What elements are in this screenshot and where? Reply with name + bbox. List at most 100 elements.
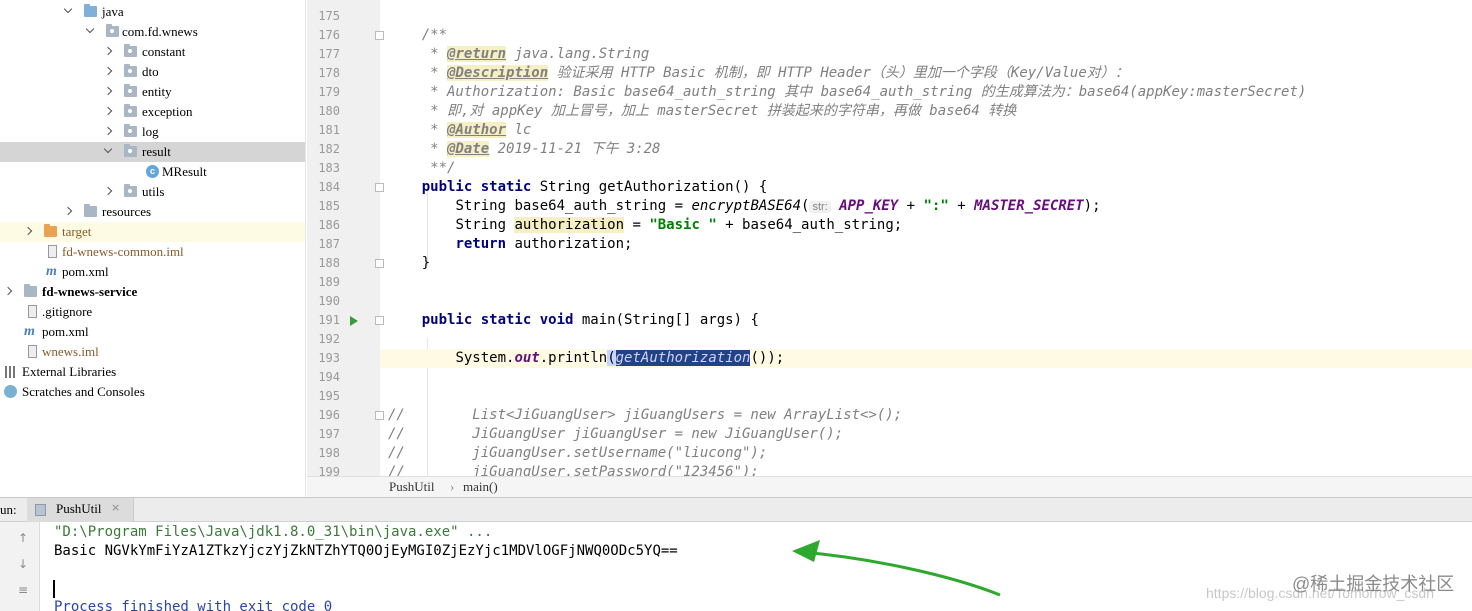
tree-item[interactable]: .gitignore [0, 302, 305, 322]
chevron-down-icon[interactable] [86, 28, 94, 36]
run-tab-pushutil[interactable]: PushUtil × [27, 498, 134, 522]
package-icon [124, 84, 137, 97]
console-command-line: "D:\Program Files\Java\jdk1.8.0_31\bin\j… [54, 524, 493, 540]
fold-marker-icon[interactable] [375, 411, 384, 420]
tree-item-label: target [62, 224, 92, 239]
tree-item-label: pom.xml [62, 264, 109, 279]
code-line-188[interactable]: } [380, 254, 1472, 273]
code-line-197[interactable]: // JiGuangUser jiGuangUser = new JiGuang… [380, 425, 1472, 444]
tree-item[interactable]: target [0, 222, 305, 242]
chevron-down-icon[interactable] [104, 148, 112, 156]
tree-item[interactable]: java [0, 2, 305, 22]
code-line-179[interactable]: * Authorization: Basic base64_auth_strin… [380, 83, 1472, 102]
code-line-199[interactable]: // jiGuangUser.setPassword("123456"); [380, 463, 1472, 476]
tree-item[interactable]: log [0, 122, 305, 142]
chevron-right-icon[interactable] [104, 108, 112, 116]
breadcrumb-class[interactable]: PushUtil [389, 477, 435, 497]
fold-marker-icon[interactable] [375, 259, 384, 268]
iml-file-icon [48, 245, 57, 258]
chevron-down-icon[interactable] [64, 8, 72, 16]
selected-text[interactable]: getAuthorization [615, 350, 751, 366]
run-tab-label: PushUtil [56, 501, 102, 516]
console-output-line: Basic NGVkYmFiYzA1ZTkzYjczYjZkNTZhYTQ0Oj… [54, 543, 678, 559]
line-number: 198 [318, 446, 340, 460]
line-number: 193 [318, 351, 340, 365]
watermark: https://blog.csdn.net/Tomorrow_csdn @稀土掘… [1206, 570, 1472, 610]
code-line-196[interactable]: // List<JiGuangUser> jiGuangUsers = new … [380, 406, 1472, 425]
arrow-up-icon[interactable]: ↑ [14, 530, 32, 546]
line-number: 196 [318, 408, 340, 422]
tree-item[interactable]: External Libraries [0, 362, 305, 382]
arrow-down-icon[interactable]: ↓ [14, 556, 32, 572]
tree-item-label: MResult [162, 164, 207, 179]
line-number: 183 [318, 161, 340, 175]
code-line-198[interactable]: // jiGuangUser.setUsername("liucong"); [380, 444, 1472, 463]
chevron-right-icon[interactable] [24, 228, 32, 236]
line-number: 178 [318, 66, 340, 80]
code-line-191[interactable]: public static void main(String[] args) { [380, 311, 1472, 330]
class-icon: c [146, 165, 159, 178]
console-toolbar: ↑ ↓ ≡ [0, 522, 40, 611]
fold-marker-icon[interactable] [375, 183, 384, 192]
code-line-180[interactable]: * 即,对 appKey 加上冒号，加上 masterSecret 拼装起来的字… [380, 102, 1472, 121]
code-line-176[interactable]: /** [380, 26, 1472, 45]
soft-wrap-icon[interactable]: ≡ [14, 582, 32, 598]
tree-item-label: java [102, 4, 124, 19]
code-line-187[interactable]: return authorization; [380, 235, 1472, 254]
code-line-177[interactable]: * @return java.lang.String [380, 45, 1472, 64]
code-line-178[interactable]: * @Description 验证采用 HTTP Basic 机制，即 HTTP… [380, 64, 1472, 83]
fold-marker-icon[interactable] [375, 316, 384, 325]
tree-item-label: exception [142, 104, 193, 119]
code-line-183[interactable]: **/ [380, 159, 1472, 178]
tree-item[interactable]: constant [0, 42, 305, 62]
fold-marker-icon[interactable] [375, 31, 384, 40]
tree-item[interactable]: resources [0, 202, 305, 222]
tree-item[interactable]: fd-wnews-service [0, 282, 305, 302]
line-number: 187 [318, 237, 340, 251]
breadcrumb-method[interactable]: main() [463, 477, 498, 497]
chevron-right-icon[interactable] [104, 48, 112, 56]
package-icon [124, 144, 137, 157]
breadcrumb-separator: › [450, 479, 455, 494]
tree-item[interactable]: m pom.xml [0, 322, 305, 342]
tree-item[interactable]: c MResult [0, 162, 305, 182]
tree-item[interactable]: utils [0, 182, 305, 202]
close-icon[interactable]: × [111, 501, 120, 514]
tree-item[interactable]: m pom.xml [0, 262, 305, 282]
tree-item[interactable]: dto [0, 62, 305, 82]
console-caret [53, 580, 55, 598]
tree-item[interactable]: result [0, 142, 305, 162]
chevron-right-icon[interactable] [104, 88, 112, 96]
tree-item-label: fd-wnews-service [42, 284, 138, 299]
tree-item[interactable]: exception [0, 102, 305, 122]
tree-item[interactable]: com.fd.wnews [0, 22, 305, 42]
tree-item[interactable]: Scratches and Consoles [0, 382, 305, 402]
tree-item[interactable]: wnews.iml [0, 342, 305, 362]
code-line-181[interactable]: * @Author lc [380, 121, 1472, 140]
chevron-right-icon[interactable] [4, 288, 12, 296]
code-line-184[interactable]: public static String getAuthorization() … [380, 178, 1472, 197]
line-number: 186 [318, 218, 340, 232]
code-line-186[interactable]: String authorization = "Basic " + base64… [380, 216, 1472, 235]
line-number: 185 [318, 199, 340, 213]
chevron-right-icon[interactable] [104, 188, 112, 196]
code-line-182[interactable]: * @Date 2019-11-21 下午 3:28 [380, 140, 1472, 159]
tree-item[interactable]: entity [0, 82, 305, 102]
run-config-icon [35, 504, 46, 516]
code-editor[interactable]: /** * @return java.lang.String * @Descri… [307, 0, 1472, 476]
run-gutter-icon[interactable] [350, 316, 358, 326]
chevron-right-icon[interactable] [104, 128, 112, 136]
line-number: 184 [318, 180, 340, 194]
chevron-right-icon[interactable] [64, 208, 72, 216]
package-icon [124, 44, 137, 57]
chevron-right-icon[interactable] [104, 68, 112, 76]
tree-item-label: Scratches and Consoles [22, 384, 145, 399]
annotation-arrow-icon [792, 540, 1001, 597]
code-line-193[interactable]: System.out.println(getAuthorization()); [380, 349, 1472, 368]
tree-item-label: fd-wnews-common.iml [62, 244, 184, 259]
tree-item[interactable]: fd-wnews-common.iml [0, 242, 305, 262]
code-line-185[interactable]: String base64_auth_string = encryptBASE6… [380, 197, 1472, 216]
line-number: 180 [318, 104, 340, 118]
tree-item-label: .gitignore [42, 304, 93, 319]
line-number: 188 [318, 256, 340, 270]
